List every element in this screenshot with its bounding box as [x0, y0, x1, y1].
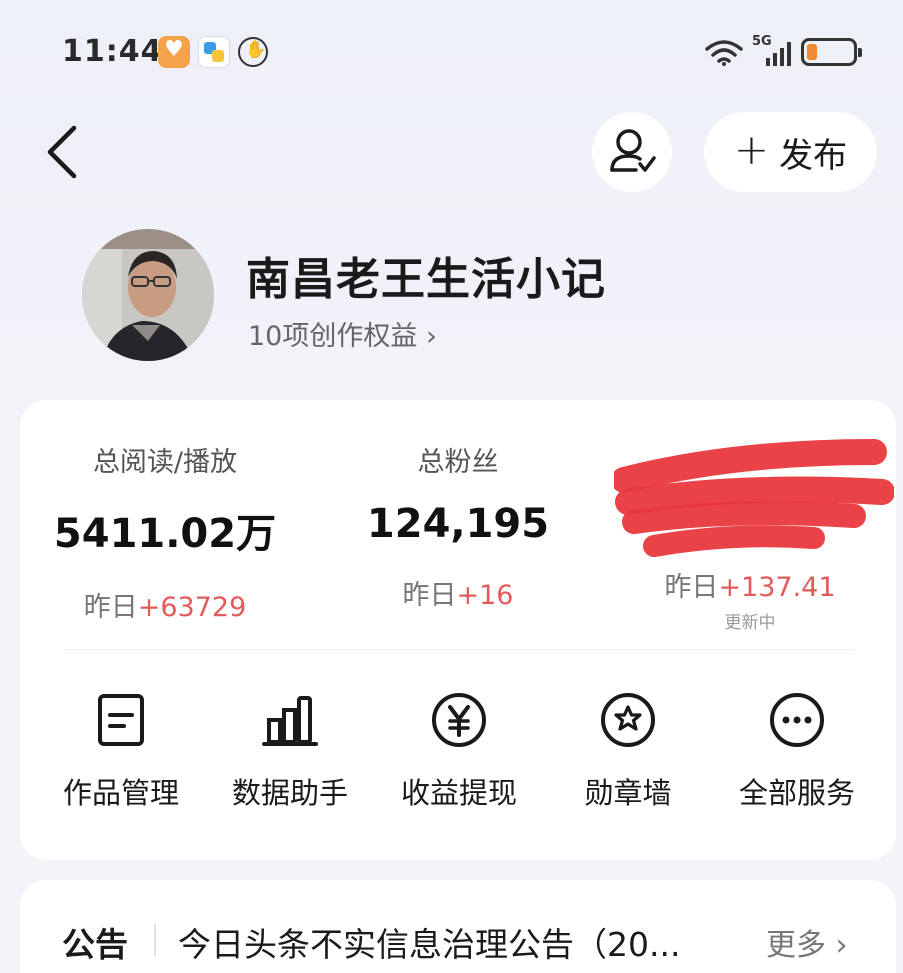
publish-label: 发布: [779, 135, 848, 176]
more-icon: [770, 693, 824, 747]
avatar[interactable]: [82, 229, 214, 361]
service-label: 数据助手: [231, 776, 348, 810]
profile-switch-button[interactable]: [592, 112, 672, 192]
stat-total-views[interactable]: 总阅读/播放 5411.02万 昨日+63729: [20, 440, 310, 624]
announcement-more-link[interactable]: 更多 ›: [766, 920, 848, 964]
service-label: 收益提现: [400, 776, 517, 810]
network-type: 5G: [752, 34, 772, 49]
announcement-bar[interactable]: 公告 今日头条不实信息治理公告（20... 更多 ›: [20, 880, 896, 973]
more-label: 更多: [766, 928, 826, 963]
stat-total-fans[interactable]: 总粉丝 124,195 昨日+16: [313, 440, 603, 612]
service-works-management[interactable]: 作品管理: [36, 690, 206, 812]
service-withdraw-earnings[interactable]: 收益提现: [374, 690, 544, 812]
stat-label: 总粉丝: [417, 447, 499, 478]
stat-value: 5411.02万: [53, 511, 277, 557]
stat-value: 124,195: [366, 501, 550, 547]
status-time: 11:44: [62, 34, 163, 69]
chevron-right-icon: ›: [425, 321, 437, 352]
yen-icon: [432, 693, 486, 747]
hand-icon: [238, 37, 268, 67]
battery-icon: [801, 38, 862, 66]
stat-label: 总阅读/播放: [92, 447, 238, 478]
service-label: 勋章墙: [584, 776, 672, 810]
stat-delta: 昨日+16: [402, 580, 514, 611]
publish-button[interactable]: + 发布: [704, 112, 877, 192]
announcement-separator: [154, 924, 156, 956]
announcement-text[interactable]: 今日头条不实信息治理公告（20...: [178, 918, 738, 966]
battery-level: [807, 44, 817, 60]
service-label: 全部服务: [738, 776, 855, 810]
notification-app-icon: [198, 36, 230, 68]
account-name: 南昌老王生活小记: [246, 254, 606, 305]
user-check-icon: [610, 129, 656, 172]
creator-rights-label: 10项创作权益: [248, 321, 418, 352]
card-divider: [64, 649, 854, 650]
cellular-signal-icon: 5G: [752, 34, 791, 66]
stats-card: 总阅读/播放 5411.02万 昨日+63729 总粉丝 124,195 昨日+…: [20, 400, 896, 860]
chevron-left-icon: [47, 125, 77, 179]
service-medal-wall[interactable]: 勋章墙: [543, 690, 713, 812]
back-button[interactable]: [40, 122, 90, 182]
stat-delta: 昨日+63729: [83, 592, 247, 623]
avatar-photo: [82, 229, 214, 361]
service-label: 作品管理: [62, 776, 179, 810]
bar-chart-icon: [262, 696, 318, 746]
document-icon: [98, 694, 144, 746]
health-app-icon: [158, 36, 190, 68]
wifi-icon: [705, 40, 743, 66]
chevron-right-icon: ›: [835, 928, 848, 963]
medal-icon: [601, 693, 655, 747]
plus-icon: +: [733, 125, 770, 174]
status-indicators: 5G: [704, 34, 862, 68]
status-bar: 11:44 5G: [0, 0, 903, 100]
redaction-scribble: [614, 439, 894, 557]
service-data-assistant[interactable]: 数据助手: [205, 690, 375, 812]
stat-update-status: 更新中: [724, 613, 776, 633]
service-all-services[interactable]: 全部服务: [712, 690, 882, 812]
announcement-tag: 公告: [62, 925, 128, 964]
creator-rights-link[interactable]: 10项创作权益 ›: [248, 314, 437, 353]
